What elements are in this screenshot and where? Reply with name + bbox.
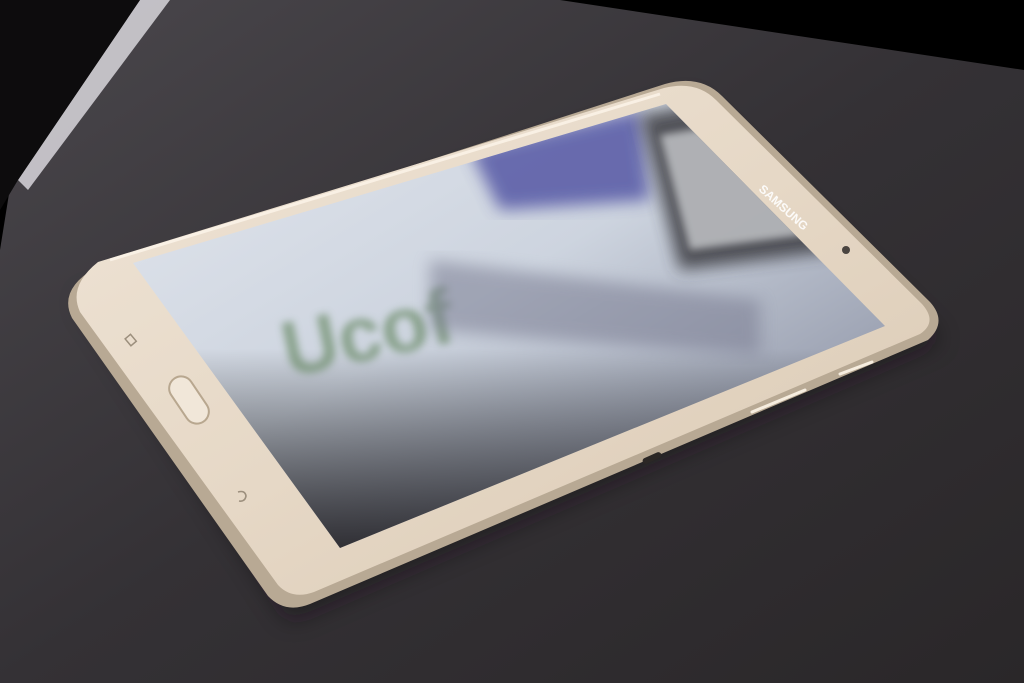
photo-stage: Ucof SAMSUNG <box>0 0 1024 683</box>
front-camera <box>842 246 850 254</box>
photo-canvas: Ucof SAMSUNG <box>0 0 1024 683</box>
